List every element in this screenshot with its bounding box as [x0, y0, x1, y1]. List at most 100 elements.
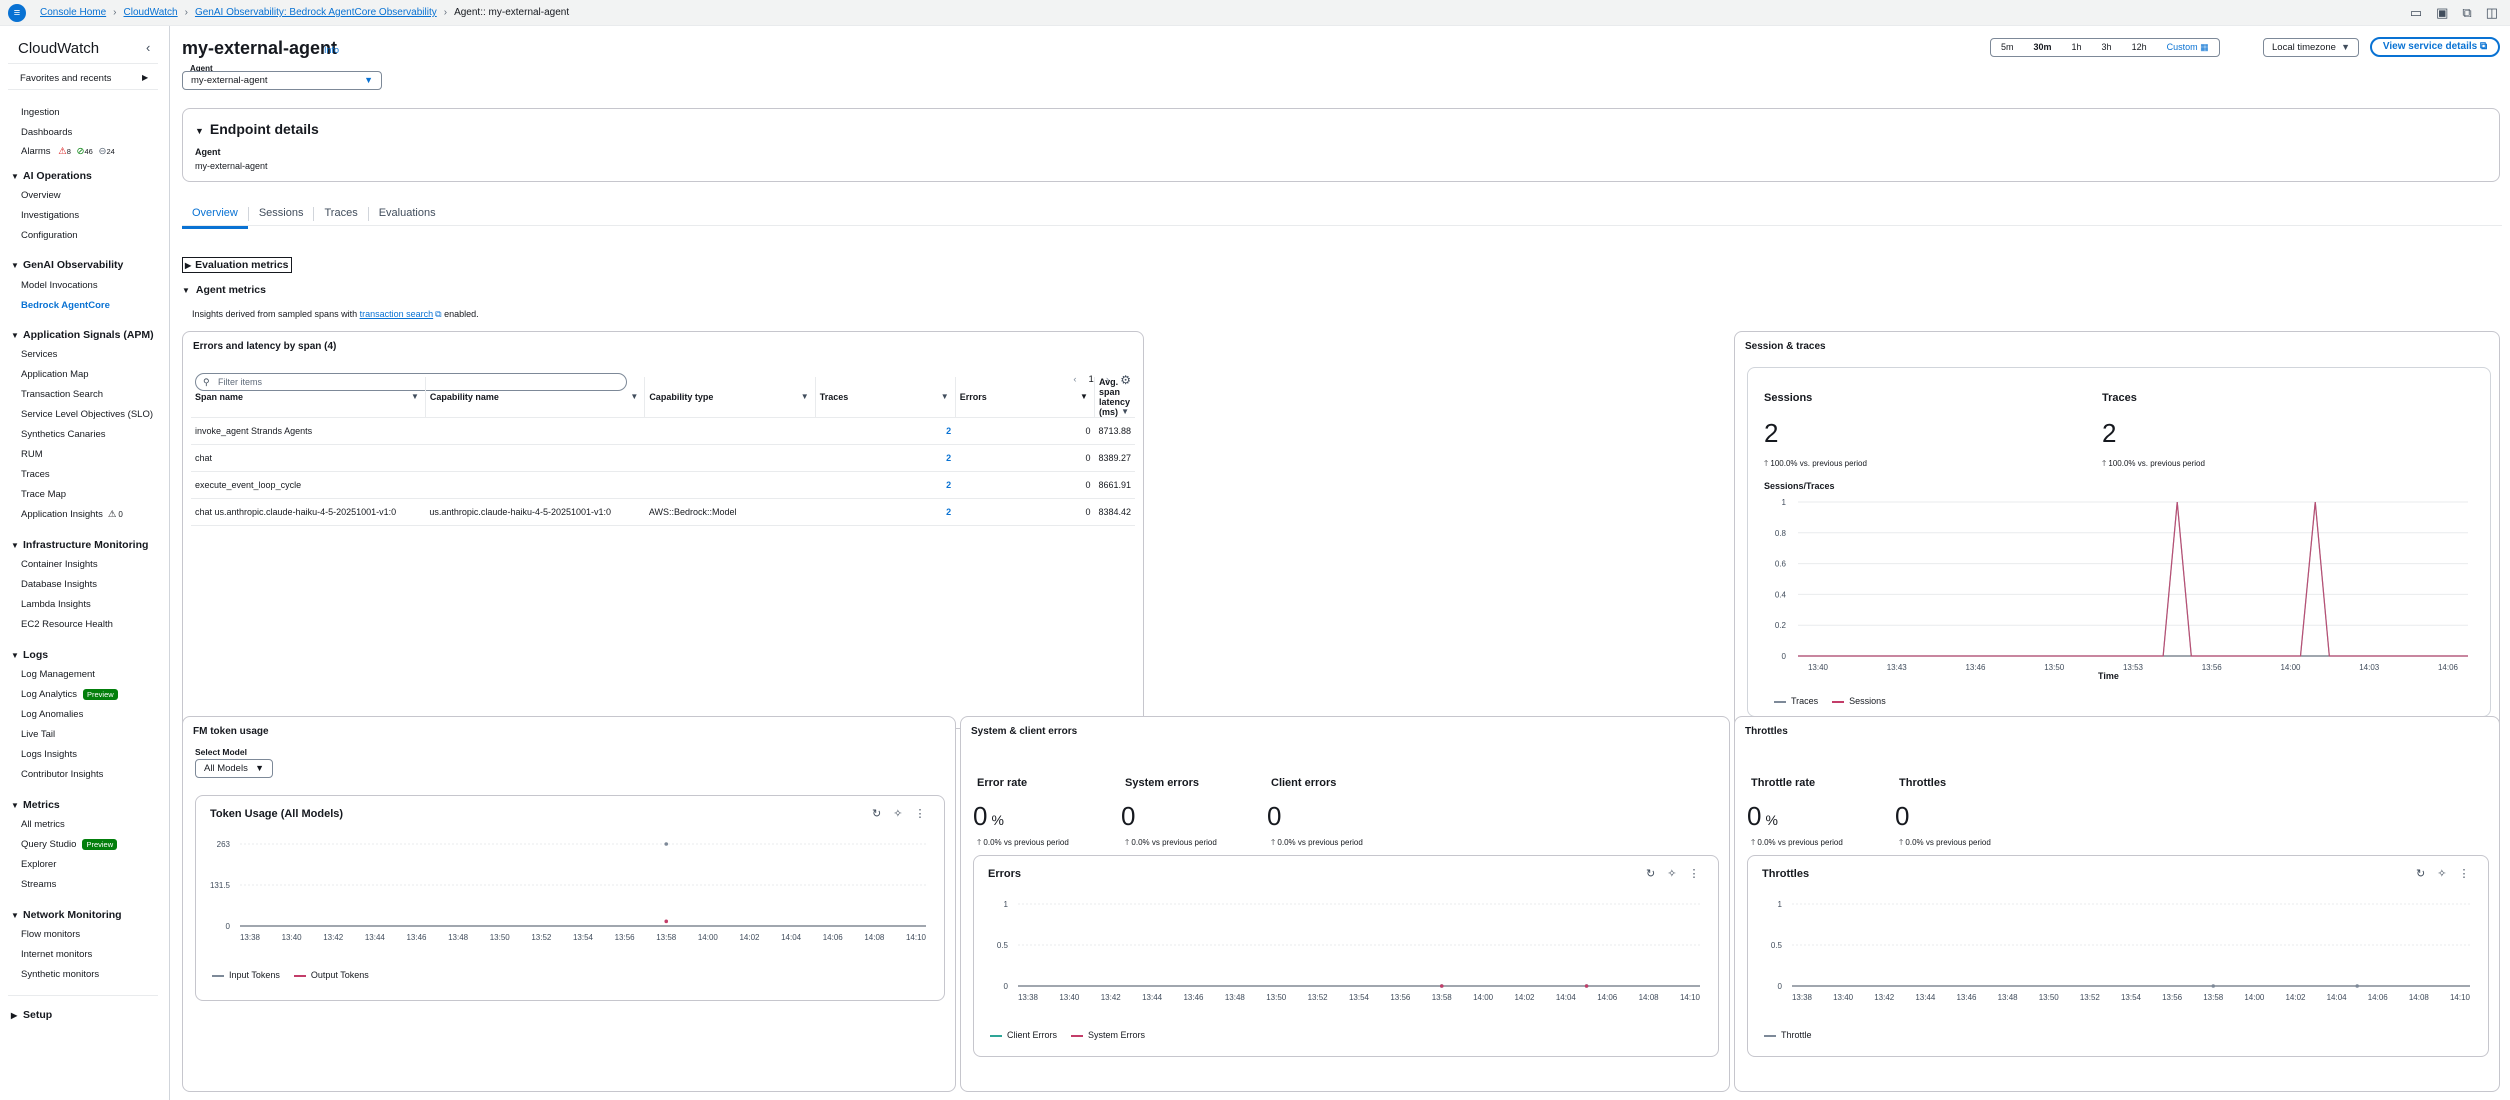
sidebar-item-ec2-health[interactable]: EC2 Resource Health — [21, 619, 113, 630]
sidebar-item-contributor-insights[interactable]: Contributor Insights — [21, 769, 103, 780]
sidebar-item-model-invocations[interactable]: Model Invocations — [21, 280, 98, 291]
legend-item-sessions[interactable]: Sessions — [1832, 696, 1886, 706]
tools-icon[interactable]: ◫ — [2486, 5, 2498, 21]
legend-item-input-tokens[interactable]: Input Tokens — [212, 970, 280, 980]
cell-traces-link[interactable]: 2 — [815, 444, 956, 472]
legend-item-system-errors[interactable]: System Errors — [1071, 1030, 1145, 1040]
tab-traces[interactable]: Traces — [314, 204, 367, 225]
sidebar-item-synthetic-monitors[interactable]: Synthetic monitors — [21, 969, 99, 980]
cell-traces-link[interactable]: 2 — [815, 471, 956, 499]
sidebar-item-traces[interactable]: Traces — [21, 469, 50, 480]
time-range-custom[interactable]: Custom ▦ — [2157, 39, 2219, 56]
magic-wand-icon[interactable]: ✧ — [893, 807, 902, 820]
more-actions-icon[interactable]: ⋮ — [1688, 867, 1699, 880]
cell-traces-link[interactable]: 2 — [815, 417, 956, 445]
sidebar-item-slo[interactable]: Service Level Objectives (SLO) — [21, 409, 153, 420]
info-link[interactable]: Info — [324, 45, 339, 55]
col-capability-type[interactable]: Capability type ▼ — [644, 377, 816, 418]
time-range-1h[interactable]: 1h — [2062, 39, 2092, 56]
sidebar-item-all-metrics[interactable]: All metrics — [21, 819, 65, 830]
timezone-select[interactable]: Local timezone ▼ — [2263, 38, 2359, 57]
legend-item-output-tokens[interactable]: Output Tokens — [293, 970, 369, 980]
sidebar-item-application-insights[interactable]: Application Insights ⚠ 0 — [21, 509, 123, 520]
data-point-input-tokens — [664, 842, 669, 846]
time-range-3h[interactable]: 3h — [2092, 39, 2122, 56]
sidebar-item-bedrock-agentcore[interactable]: Bedrock AgentCore — [21, 300, 110, 311]
sidebar-item-dashboards[interactable]: Dashboards — [21, 127, 72, 138]
tab-evaluations[interactable]: Evaluations — [369, 204, 446, 225]
time-range-12h[interactable]: 12h — [2122, 39, 2157, 56]
split-panel-icon[interactable]: ▭ — [2410, 5, 2422, 21]
col-errors[interactable]: Errors ▼ — [955, 377, 1095, 418]
sidebar-section-network[interactable]: ▼ Network Monitoring — [11, 909, 122, 921]
sidebar-item-lambda-insights[interactable]: Lambda Insights — [21, 599, 91, 610]
time-range-30m[interactable]: 30m — [2024, 39, 2062, 56]
refresh-icon[interactable]: ↻ — [1646, 867, 1655, 880]
sidebar-item-explorer[interactable]: Explorer — [21, 859, 56, 870]
sidebar-item-logs-insights[interactable]: Logs Insights — [21, 749, 77, 760]
col-traces[interactable]: Traces ▼ — [815, 377, 956, 418]
sidebar-item-synthetics[interactable]: Synthetics Canaries — [21, 429, 105, 440]
sidebar-item-internet-monitors[interactable]: Internet monitors — [21, 949, 92, 960]
sidebar-item-ingestion[interactable]: Ingestion — [21, 107, 60, 118]
refresh-icon[interactable]: ↻ — [2416, 867, 2425, 880]
transaction-search-link[interactable]: transaction search — [360, 309, 434, 319]
sidebar-section-infra[interactable]: ▼ Infrastructure Monitoring — [11, 539, 148, 551]
legend-item-throttle[interactable]: Throttle — [1764, 1030, 1812, 1040]
sidebar-item-favorites[interactable]: Favorites and recents ▶ — [20, 73, 148, 84]
sidebar-section-genai[interactable]: ▼ GenAI Observability — [11, 259, 123, 271]
sidebar-item-alarms[interactable]: Alarms ⚠8 ⊘46 ⊖24 — [21, 146, 115, 157]
endpoint-details-header[interactable]: ▼ Endpoint details — [195, 121, 319, 137]
menu-icon[interactable]: ≡ — [8, 4, 26, 22]
sidebar-item-container-insights[interactable]: Container Insights — [21, 559, 98, 570]
sidebar-item-transaction-search[interactable]: Transaction Search — [21, 389, 103, 400]
col-capability-name[interactable]: Capability name ▼ — [425, 377, 646, 418]
tab-overview[interactable]: Overview — [182, 204, 248, 229]
sidebar-item-log-anomalies[interactable]: Log Anomalies — [21, 709, 83, 720]
notifications-icon[interactable]: ▣ — [2436, 5, 2448, 21]
tab-sessions[interactable]: Sessions — [249, 204, 314, 225]
sidebar-section-apm[interactable]: ▼ Application Signals (APM) — [11, 329, 154, 341]
model-select[interactable]: All Models ▼ — [195, 759, 273, 778]
sidebar-item-live-tail[interactable]: Live Tail — [21, 729, 55, 740]
magic-wand-icon[interactable]: ✧ — [2437, 867, 2446, 880]
sidebar-section-setup[interactable]: ▶ Setup — [11, 1009, 52, 1021]
sidebar-item-log-management[interactable]: Log Management — [21, 669, 95, 680]
sidebar-section-ai-operations[interactable]: ▼ AI Operations — [11, 170, 92, 182]
refresh-icon[interactable]: ↻ — [872, 807, 881, 820]
time-range-5m[interactable]: 5m — [1991, 39, 2024, 56]
evaluation-metrics-toggle[interactable]: ▶ Evaluation metrics — [182, 257, 292, 273]
sidebar-item-services[interactable]: Services — [21, 349, 57, 360]
sort-icon: ▼ — [800, 392, 809, 401]
sidebar-item-flow-monitors[interactable]: Flow monitors — [21, 929, 80, 940]
agent-select[interactable]: my-external-agent ▼ — [182, 71, 382, 90]
col-latency[interactable]: Avg. span latency (ms) ▼ — [1094, 377, 1135, 418]
breadcrumb-console-home[interactable]: Console Home — [40, 7, 106, 18]
legend-item-traces[interactable]: Traces — [1774, 696, 1818, 706]
cell-traces-link[interactable]: 2 — [815, 498, 956, 526]
agent-metrics-toggle[interactable]: ▼ Agent metrics — [182, 284, 266, 296]
legend-item-client-errors[interactable]: Client Errors — [990, 1030, 1057, 1040]
sidebar-section-logs[interactable]: ▼ Logs — [11, 649, 48, 661]
external-link-icon[interactable]: ⧉ — [2462, 5, 2471, 21]
breadcrumb-cloudwatch[interactable]: CloudWatch — [124, 7, 178, 18]
sidebar-item-rum[interactable]: RUM — [21, 449, 43, 460]
sidebar-item-log-analytics[interactable]: Log Analytics Preview — [21, 689, 118, 700]
sidebar-item-overview[interactable]: Overview — [21, 190, 61, 201]
sidebar-item-configuration[interactable]: Configuration — [21, 230, 78, 241]
endpoint-agent-label: Agent — [195, 147, 221, 157]
col-span-name[interactable]: Span name ▼ — [191, 377, 426, 418]
magic-wand-icon[interactable]: ✧ — [1667, 867, 1676, 880]
more-actions-icon[interactable]: ⋮ — [914, 807, 925, 820]
sidebar-item-application-map[interactable]: Application Map — [21, 369, 89, 380]
sidebar-item-streams[interactable]: Streams — [21, 879, 56, 890]
sidebar-item-query-studio[interactable]: Query Studio Preview — [21, 839, 118, 850]
sidebar-section-metrics[interactable]: ▼ Metrics — [11, 799, 60, 811]
more-actions-icon[interactable]: ⋮ — [2458, 867, 2469, 880]
collapse-icon[interactable]: ‹ — [146, 40, 150, 55]
sidebar-item-trace-map[interactable]: Trace Map — [21, 489, 66, 500]
sidebar-item-investigations[interactable]: Investigations — [21, 210, 79, 221]
breadcrumb-genai[interactable]: GenAI Observability: Bedrock AgentCore O… — [195, 7, 437, 18]
view-service-details-button[interactable]: View service details ⧉ — [2370, 37, 2500, 57]
sidebar-item-database-insights[interactable]: Database Insights — [21, 579, 97, 590]
